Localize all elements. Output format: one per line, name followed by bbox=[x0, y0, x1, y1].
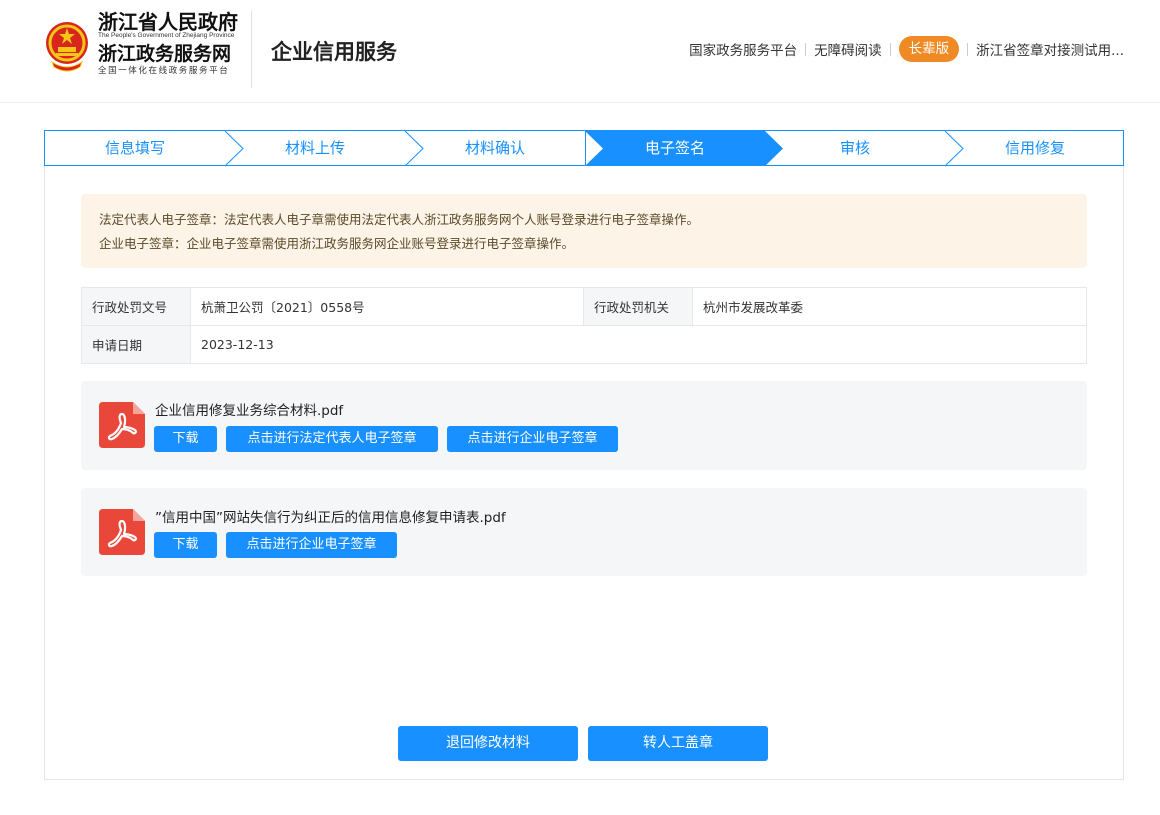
step-material-upload: 材料上传 bbox=[284, 139, 345, 157]
national-emblem-icon bbox=[46, 22, 88, 72]
nav-separator bbox=[967, 42, 969, 56]
step-credit-repair: 信用修复 bbox=[1004, 139, 1065, 157]
table-row: 申请日期 2023-12-13 bbox=[81, 325, 1087, 364]
service-tagline: 全国一体化在线政务服务平台 bbox=[98, 66, 230, 76]
file-name: 企业信用修复业务综合材料.pdf bbox=[155, 403, 344, 419]
step-e-signature: 电子签名 bbox=[644, 139, 705, 157]
user-name-link[interactable]: 浙江省签章对接测试用... bbox=[976, 39, 1124, 59]
national-platform-link[interactable]: 国家政务服务平台 bbox=[689, 39, 797, 59]
steps-background bbox=[224, 131, 964, 167]
date-value: 2023-12-13 bbox=[190, 325, 1087, 364]
service-name: 浙江政务服务网 bbox=[98, 43, 232, 65]
top-nav: 国家政务服务平台 无障碍阅读 长辈版 浙江省签章对接测试用... bbox=[689, 36, 1124, 62]
authority-label: 行政处罚机关 bbox=[583, 287, 693, 326]
doc-no-value: 杭萧卫公罚〔2021〕0558号 bbox=[190, 287, 584, 326]
site-header: 浙江省人民政府 The People's Government of Zheji… bbox=[0, 0, 1160, 103]
file-item: 企业信用修复业务综合材料.pdf 下载 点击进行法定代表人电子签章 点击进行企业… bbox=[81, 381, 1087, 470]
elder-mode-button[interactable]: 长辈版 bbox=[898, 36, 960, 62]
company-sign-button[interactable]: 点击进行企业电子签章 bbox=[226, 532, 397, 558]
nav-separator bbox=[805, 42, 807, 56]
manual-seal-button[interactable]: 转人工盖章 bbox=[588, 726, 768, 761]
brand-block[interactable]: 浙江省人民政府 The People's Government of Zheji… bbox=[98, 10, 238, 77]
accessibility-link[interactable]: 无障碍阅读 bbox=[814, 39, 882, 59]
download-button[interactable]: 下载 bbox=[154, 426, 217, 452]
penalty-info-table: 行政处罚文号 杭萧卫公罚〔2021〕0558号 行政处罚机关 杭州市发展改革委 … bbox=[81, 287, 1087, 364]
company-sign-button[interactable]: 点击进行企业电子签章 bbox=[447, 426, 618, 452]
step-review: 审核 bbox=[839, 139, 870, 157]
pdf-icon bbox=[99, 402, 145, 448]
date-label: 申请日期 bbox=[81, 325, 191, 364]
doc-no-label: 行政处罚文号 bbox=[81, 287, 191, 326]
authority-value: 杭州市发展改革委 bbox=[692, 287, 1087, 326]
pdf-icon bbox=[99, 509, 145, 555]
progress-steps: 信息填写 材料上传 材料确认 电子签名 审核 信用修复 bbox=[44, 130, 1124, 167]
step-info-fill: 信息填写 bbox=[104, 139, 165, 157]
file-item: ”信用中国”网站失信行为纠正后的信用信息修复申请表.pdf 下载 点击进行企业电… bbox=[81, 488, 1087, 576]
legal-rep-sign-button[interactable]: 点击进行法定代表人电子签章 bbox=[226, 426, 438, 452]
return-modify-button[interactable]: 退回修改材料 bbox=[398, 726, 578, 761]
page-title: 企业信用服务 bbox=[271, 40, 397, 64]
main-card: 信息填写 材料上传 材料确认 电子签名 审核 信用修复 法定代表人电子签章：法定… bbox=[44, 130, 1124, 780]
signature-notice: 法定代表人电子签章：法定代表人电子章需使用法定代表人浙江政务服务网个人账号登录进… bbox=[81, 194, 1087, 268]
notice-legal-rep: 法定代表人电子签章：法定代表人电子章需使用法定代表人浙江政务服务网个人账号登录进… bbox=[99, 212, 700, 227]
download-button[interactable]: 下载 bbox=[154, 532, 217, 558]
file-name: ”信用中国”网站失信行为纠正后的信用信息修复申请表.pdf bbox=[155, 510, 506, 526]
nav-separator bbox=[889, 42, 891, 56]
gov-name-en: The People's Government of Zhejiang Prov… bbox=[98, 32, 235, 39]
gov-name: 浙江省人民政府 bbox=[98, 10, 238, 34]
header-divider bbox=[251, 10, 252, 88]
table-row: 行政处罚文号 杭萧卫公罚〔2021〕0558号 行政处罚机关 杭州市发展改革委 bbox=[81, 287, 1087, 326]
step-material-confirm: 材料确认 bbox=[464, 139, 525, 157]
notice-company: 企业电子签章：企业电子签章需使用浙江政务服务网企业账号登录进行电子签章操作。 bbox=[99, 236, 575, 251]
